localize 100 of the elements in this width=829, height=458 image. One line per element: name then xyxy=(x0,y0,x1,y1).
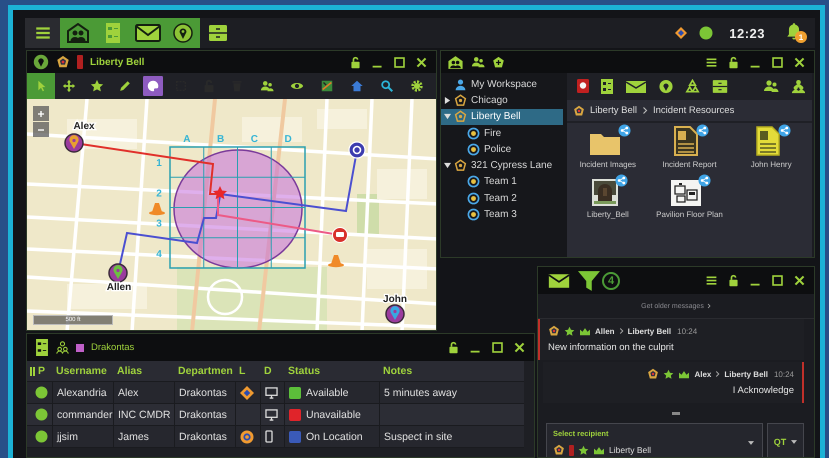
zoom-button[interactable]: + xyxy=(33,106,49,121)
maximize-icon[interactable] xyxy=(771,274,784,287)
message-sender: Alex xyxy=(694,370,712,378)
file-item[interactable]: John Henry xyxy=(730,126,812,170)
tree-item[interactable]: 321 Cypress Lane xyxy=(441,157,563,174)
file-name: Incident Images xyxy=(580,160,636,170)
add-badge-icon[interactable] xyxy=(492,56,505,68)
crown-icon xyxy=(593,445,605,455)
star-icon xyxy=(564,326,575,336)
maximize-icon[interactable] xyxy=(393,56,406,68)
tree-item[interactable]: Team 1 xyxy=(441,174,563,190)
menu-icon[interactable] xyxy=(705,274,718,287)
breadcrumb-item: Incident Resources xyxy=(653,105,734,116)
table-cell: Unavailable xyxy=(306,408,361,420)
alert-icon[interactable] xyxy=(577,79,589,93)
notification-badge: 1 xyxy=(795,31,807,43)
lock-icon[interactable] xyxy=(349,56,362,68)
lock-icon[interactable] xyxy=(727,56,740,68)
tree-item[interactable]: Team 3 xyxy=(441,206,563,223)
archive-icon xyxy=(208,24,228,42)
document-icon xyxy=(755,126,782,156)
expand-arrow-icon[interactable] xyxy=(444,96,451,104)
column-header[interactable]: P xyxy=(38,365,46,377)
maximize-icon[interactable] xyxy=(491,341,504,354)
tree-item[interactable]: Liberty Bell xyxy=(441,108,563,125)
quick-text-dropdown[interactable]: QT xyxy=(767,423,804,457)
file-item[interactable]: Incident Images xyxy=(567,126,649,170)
star-icon xyxy=(663,368,674,380)
lock-icon[interactable] xyxy=(447,341,460,354)
lock-icon[interactable] xyxy=(727,274,740,287)
expand-arrow-icon[interactable] xyxy=(444,162,451,170)
tree-item[interactable]: Chicago xyxy=(441,92,563,109)
people-icon[interactable] xyxy=(471,55,485,69)
close-icon[interactable] xyxy=(513,341,526,354)
filter-icon[interactable] xyxy=(578,270,600,290)
tree-item[interactable]: Fire xyxy=(441,124,563,142)
tree-item[interactable]: Team 2 xyxy=(441,190,563,206)
column-header[interactable]: Username xyxy=(52,365,113,377)
checklist-icon[interactable] xyxy=(601,78,613,94)
chevron-icon xyxy=(706,303,711,309)
resize-handle[interactable] xyxy=(672,412,680,414)
star-icon xyxy=(578,444,589,456)
table-cell: Alex xyxy=(113,382,174,403)
column-header[interactable]: L xyxy=(235,365,260,377)
file-item[interactable]: Liberty_Bell xyxy=(567,176,649,221)
recycle-icon[interactable] xyxy=(685,78,700,94)
message-sender: Allen xyxy=(595,326,615,336)
column-header[interactable]: D xyxy=(260,365,284,377)
breadcrumb-item[interactable]: Liberty Bell xyxy=(590,105,637,116)
vehicle-marker[interactable] xyxy=(332,227,348,243)
close-icon[interactable] xyxy=(415,56,428,68)
map-pin-icon[interactable] xyxy=(659,78,673,94)
people-mail-icon[interactable] xyxy=(625,78,647,94)
badge-icon xyxy=(454,159,467,172)
field-value: Liberty Bell xyxy=(609,445,652,455)
app-tab[interactable] xyxy=(165,18,200,48)
people-group-icon[interactable] xyxy=(791,78,806,94)
archive-icon[interactable] xyxy=(712,78,728,94)
grid-label: A xyxy=(183,134,190,145)
close-icon[interactable] xyxy=(793,56,806,68)
menu-button[interactable] xyxy=(25,18,60,48)
grid-label: D xyxy=(284,134,292,145)
badge-icon xyxy=(454,110,467,124)
table-cell: James xyxy=(113,426,174,447)
people-house-icon[interactable] xyxy=(447,54,464,70)
marker-label: John xyxy=(383,294,407,305)
unit-marker[interactable] xyxy=(348,141,366,159)
maximize-icon[interactable] xyxy=(771,56,784,68)
checklist-icon[interactable] xyxy=(35,339,49,356)
chevron-icon xyxy=(642,106,648,115)
file-item[interactable]: Incident Report xyxy=(648,126,730,170)
group-icon xyxy=(56,341,69,354)
person-marker[interactable] xyxy=(385,304,405,324)
tree-item[interactable]: My Workspace xyxy=(441,76,563,92)
menu-icon[interactable] xyxy=(705,56,718,68)
column-header[interactable]: Alias xyxy=(113,365,174,377)
table-cell: Available xyxy=(306,386,348,398)
message-time: 10:24 xyxy=(677,326,698,336)
app-tab[interactable] xyxy=(60,18,95,48)
person-marker[interactable] xyxy=(64,133,84,153)
tree-item[interactable]: Police xyxy=(441,141,563,158)
drag-handle-icon[interactable] xyxy=(30,366,35,376)
cone-marker[interactable] xyxy=(328,255,344,268)
column-header[interactable]: Notes xyxy=(379,365,524,377)
settings-icon xyxy=(410,79,424,93)
badge-icon xyxy=(647,368,660,380)
badge-icon xyxy=(548,325,560,337)
add-people-icon[interactable] xyxy=(763,78,779,94)
table-cell: commander xyxy=(52,404,113,425)
column-header[interactable]: Departmen xyxy=(174,365,235,377)
filter-count: 4 xyxy=(602,272,620,290)
unit-icon xyxy=(467,175,480,188)
cone-marker[interactable] xyxy=(149,203,165,216)
file-item[interactable]: Pavilion Floor Plan xyxy=(648,176,730,221)
close-icon[interactable] xyxy=(793,274,806,287)
zoom-button[interactable]: − xyxy=(33,122,49,137)
mail-icon[interactable] xyxy=(548,272,570,288)
map-layers-icon xyxy=(320,79,334,93)
column-header[interactable]: Status xyxy=(284,365,379,377)
incident-star-marker[interactable] xyxy=(213,186,227,200)
